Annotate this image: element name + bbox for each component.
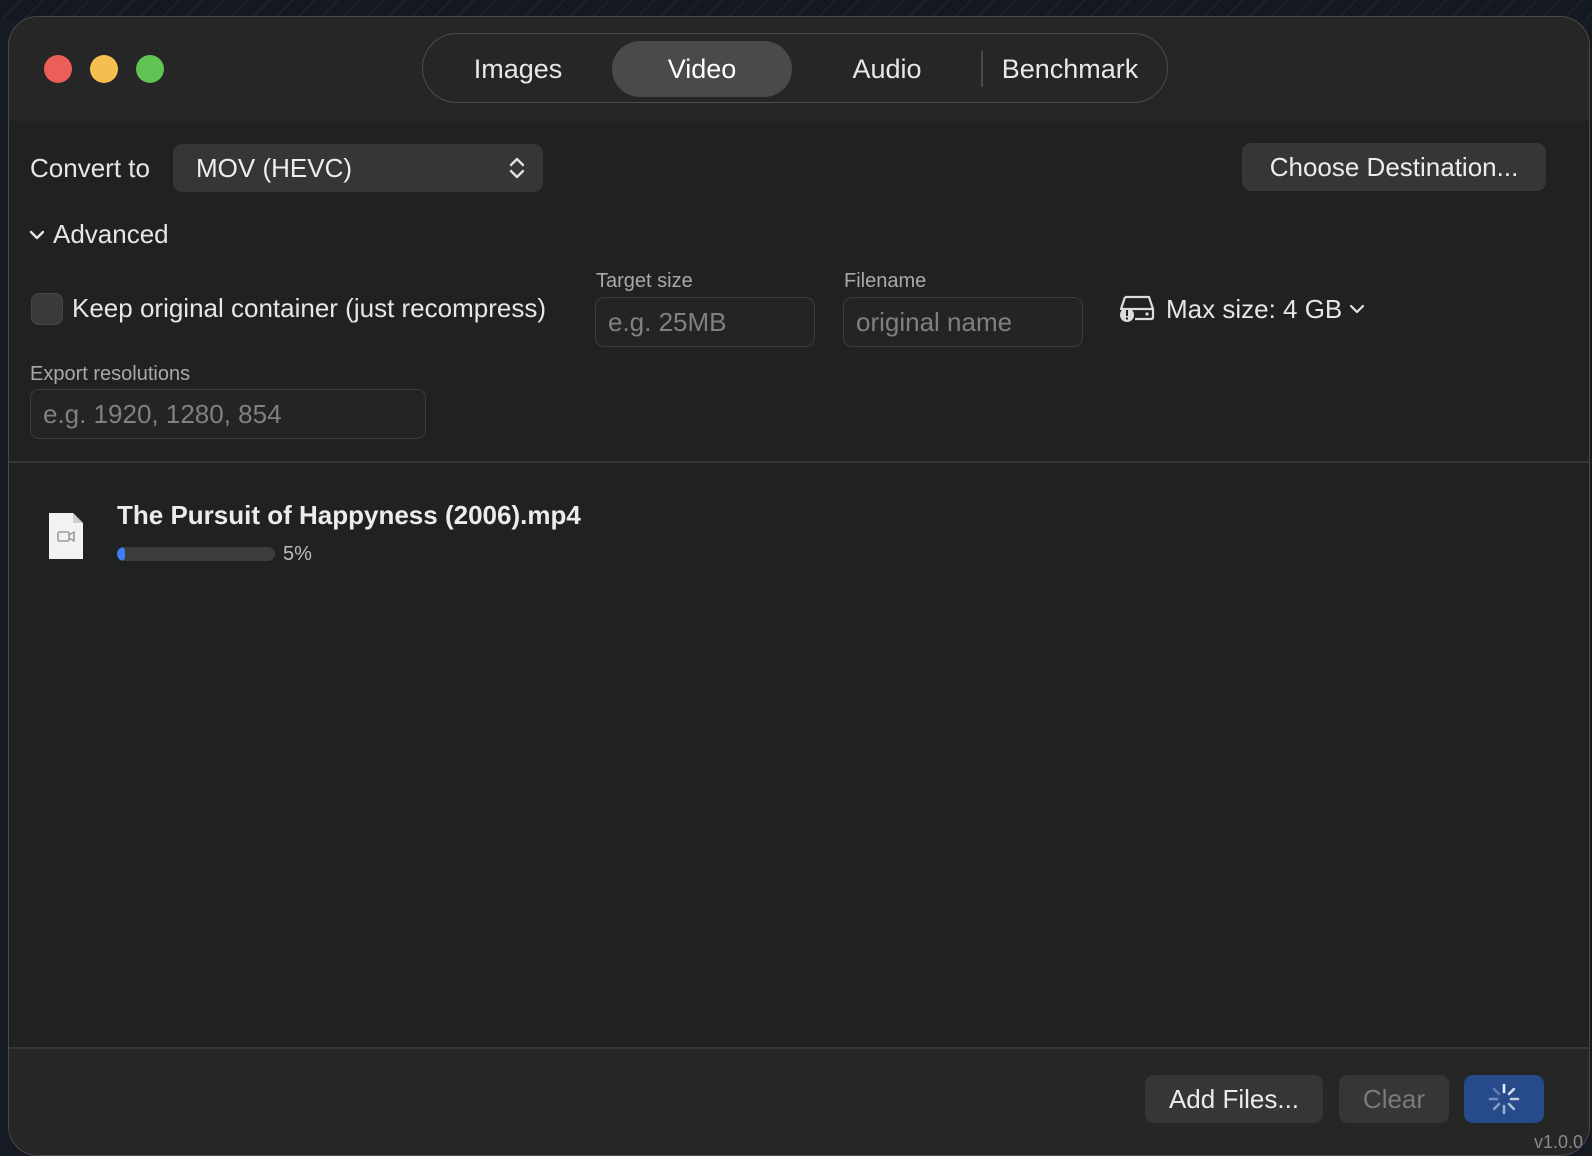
version-label: v1.0.0 (1533, 1132, 1583, 1152)
zoom-window-button[interactable] (136, 55, 164, 83)
close-window-button[interactable] (44, 55, 72, 83)
add-files-button[interactable]: Add Files... (1145, 1075, 1323, 1123)
chevron-down-icon[interactable] (29, 227, 45, 243)
chevron-down-icon (1349, 304, 1365, 314)
convert-button[interactable] (1464, 1075, 1544, 1123)
drive-warning-icon (1119, 295, 1155, 322)
tab-images[interactable]: Images (443, 41, 593, 97)
choose-destination-button[interactable]: Choose Destination... (1242, 143, 1546, 191)
max-size-label: Max size: 4 GB (1166, 294, 1343, 324)
export-resolutions-input[interactable] (30, 389, 426, 439)
progress-percent: 5% (283, 543, 312, 565)
section-divider (9, 461, 1589, 463)
tab-video[interactable]: Video (612, 41, 792, 97)
filename-label: Filename (844, 270, 927, 292)
advanced-disclosure-label[interactable]: Advanced (53, 219, 169, 250)
up-down-chevron-icon (509, 157, 525, 179)
tab-benchmark[interactable]: Benchmark (990, 41, 1150, 97)
progress-bar (117, 547, 275, 561)
progress-fill (117, 547, 125, 561)
convert-to-label: Convert to (30, 153, 150, 183)
minimize-window-button[interactable] (90, 55, 118, 83)
export-resolutions-label: Export resolutions (30, 363, 191, 385)
keep-container-label[interactable]: Keep original container (just recompress… (72, 293, 546, 324)
keep-container-checkbox[interactable] (31, 293, 63, 325)
tab-separator (981, 51, 983, 87)
filename-input[interactable] (843, 297, 1083, 347)
file-name: The Pursuit of Happyness (2006).mp4 (117, 500, 581, 530)
clear-button[interactable]: Clear (1339, 1075, 1449, 1123)
format-select-value: MOV (HEVC) (196, 153, 352, 183)
mode-tab-bar: Images Video Audio Benchmark (422, 33, 1168, 103)
format-select[interactable]: MOV (HEVC) (173, 144, 543, 192)
video-file-icon (49, 513, 83, 559)
target-size-input[interactable] (595, 297, 815, 347)
target-size-label: Target size (596, 270, 693, 292)
spinner-icon (1488, 1083, 1520, 1115)
app-window: Images Video Audio Benchmark Convert to … (8, 16, 1590, 1156)
tab-audio[interactable]: Audio (807, 41, 967, 97)
